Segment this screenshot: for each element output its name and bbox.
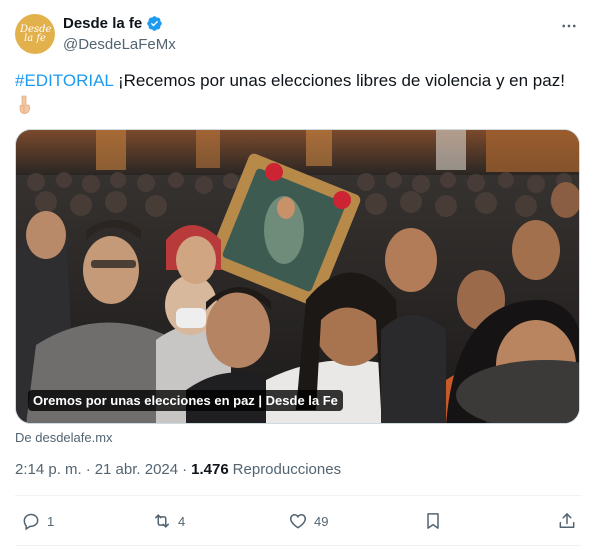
tweet-body: ¡Recemos por unas elecciones libres de v… [113, 71, 565, 90]
avatar-logo-text: Desde la fe [20, 24, 52, 44]
divider [15, 495, 581, 496]
tweet-text: #EDITORIAL ¡Recemos por unas elecciones … [15, 69, 581, 115]
display-name[interactable]: Desde la fe [63, 15, 142, 32]
user-handle[interactable]: @DesdeLaFeMx [63, 36, 176, 53]
share-icon [559, 513, 575, 528]
tweet-time[interactable]: 2:14 p. m. [15, 461, 82, 478]
reply-icon [23, 513, 39, 531]
avatar[interactable]: Desde la fe [15, 14, 55, 54]
divider [15, 545, 581, 546]
like-count: 49 [314, 513, 329, 529]
reply-button[interactable]: 1 [21, 511, 54, 531]
hashtag-link[interactable]: #EDITORIAL [15, 71, 113, 90]
bookmark-button[interactable] [423, 511, 443, 531]
pointing-down-hand-icon [19, 95, 30, 114]
repost-icon [155, 514, 169, 528]
crowd-photo [16, 130, 579, 423]
views-label: Reproducciones [232, 461, 342, 478]
action-bar: 1 4 49 [15, 505, 581, 539]
more-options-icon[interactable] [559, 16, 579, 36]
verified-badge-icon [147, 16, 162, 31]
tweet-meta: 2:14 p. m. · 21 abr. 2024 · 1.476 Reprod… [15, 461, 341, 478]
meta-separator: · [85, 461, 91, 478]
image-caption: Oremos por unas elecciones en paz | Desd… [28, 390, 343, 411]
bookmark-icon [427, 513, 439, 529]
reply-count: 1 [47, 513, 55, 529]
repost-count: 4 [178, 513, 186, 529]
like-button[interactable]: 49 [288, 511, 328, 531]
heart-icon [289, 513, 307, 529]
views-count: 1.476 [191, 461, 229, 478]
tweet-date[interactable]: 21 abr. 2024 [95, 461, 178, 478]
meta-separator: · [182, 461, 188, 478]
repost-button[interactable]: 4 [152, 511, 185, 531]
tweet-image[interactable]: Oremos por unas elecciones en paz | Desd… [15, 129, 580, 424]
link-source[interactable]: De desdelafe.mx [15, 430, 113, 445]
tweet-header: Desde la fe Desde la fe @DesdeLaFeMx [15, 12, 581, 56]
name-row: Desde la fe [63, 15, 163, 32]
share-button[interactable] [557, 511, 577, 531]
